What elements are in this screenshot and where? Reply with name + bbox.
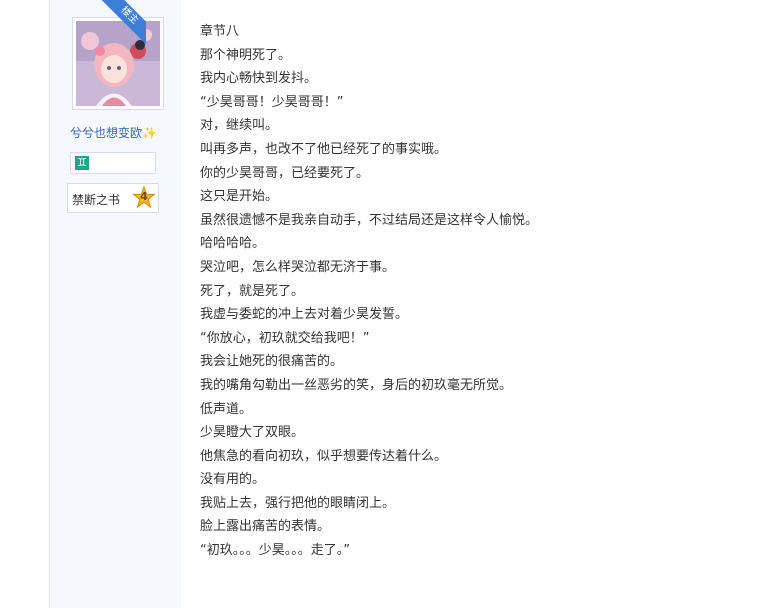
username-text: 兮兮也想变欧 — [70, 126, 143, 140]
level-number: 4 — [140, 190, 148, 203]
content-line: 他焦急的看向初玖，似乎想要传达着什么。 — [200, 448, 448, 464]
content-line: 哈哈哈哈。 — [200, 236, 266, 252]
author-sidebar: 兮兮也想变欧✨ ♊ 禁断之书 4 — [49, 0, 181, 608]
post-content: 章节八 那个神明死了。 我内心畅快到发抖。 “少昊哥哥！少昊哥哥！” 对，继续叫… — [200, 20, 760, 563]
content-line: 这只是开始。 — [200, 189, 279, 205]
level-star-icon: 4 — [132, 185, 156, 210]
left-gutter — [0, 0, 49, 608]
op-badge: 楼主 — [100, 0, 146, 46]
gemini-icon[interactable]: ♊ — [75, 156, 89, 170]
content-line: 死了，就是死了。 — [200, 283, 305, 299]
content-line: 我会让她死的很痛苦的。 — [200, 354, 344, 370]
content-line: 对，继续叫。 — [200, 118, 279, 134]
content-line: 我虚与委蛇的冲上去对着少昊发誓。 — [200, 307, 409, 323]
content-line: 少昊瞪大了双眼。 — [200, 425, 305, 441]
content-line: 章节八 — [200, 24, 240, 39]
content-line: 我贴上去，强行把他的眼睛闭上。 — [200, 495, 396, 511]
content-line: “少昊哥哥！少昊哥哥！” — [200, 94, 344, 110]
content-line: 脸上露出痛苦的表情。 — [200, 519, 331, 535]
content-line: 没有用的。 — [200, 472, 266, 488]
content-line: 虽然很遗憾不是我亲自动手，不过结局还是这样令人愉悦。 — [200, 212, 539, 228]
content-line: 哭泣吧，怎么样哭泣都无济于事。 — [200, 259, 396, 275]
zodiac-medal-box: ♊ — [70, 152, 156, 174]
content-line: 那个神明死了。 — [200, 47, 292, 63]
content-line: “初玖。。。少昊。。。走了。” — [200, 543, 350, 559]
content-line: 低声道。 — [200, 401, 253, 417]
username-link[interactable]: 兮兮也想变欧✨ — [70, 124, 180, 141]
level-title: 禁断之书 — [72, 193, 121, 207]
sparkle-icon: ✨ — [142, 126, 157, 140]
content-line: “你放心，初玖就交给我吧！” — [200, 330, 370, 346]
content-line: 叫再多声，也改不了他已经死了的事实哦。 — [200, 141, 448, 157]
content-line: 我内心畅快到发抖。 — [200, 71, 318, 87]
content-line: 你的少昊哥哥，已经要死了。 — [200, 165, 370, 181]
user-level[interactable]: 禁断之书 4 — [67, 183, 159, 213]
op-badge-label: 楼主 — [100, 0, 146, 46]
content-line: 我的嘴角勾勒出一丝恶劣的笑，身后的初玖毫无所觉。 — [200, 377, 513, 393]
